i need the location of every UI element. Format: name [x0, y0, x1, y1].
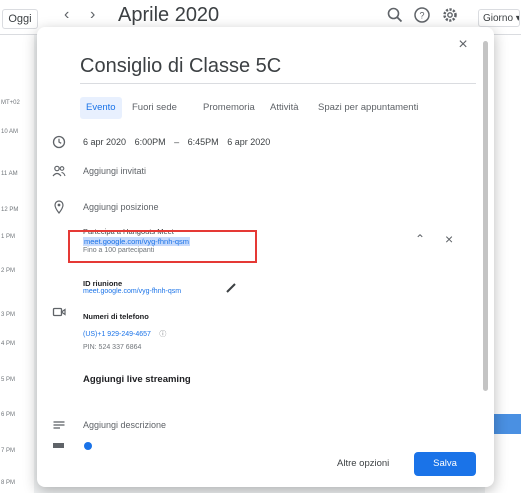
end-time[interactable]: 6:45PM	[188, 137, 219, 147]
time-label: 1 PM	[1, 234, 16, 240]
phone-pin: PIN: 524 337 6864	[83, 344, 142, 351]
people-icon	[52, 165, 66, 177]
time-label: 11 AM	[1, 171, 18, 177]
settings-icon[interactable]	[441, 6, 459, 24]
month-title: Aprile 2020	[118, 4, 220, 26]
scrollbar[interactable]	[483, 41, 488, 391]
remove-conference-icon[interactable]: ×	[445, 231, 453, 247]
meeting-id-block: ID riunione meet.google.com/vyg-fhnh-qsm	[83, 279, 181, 295]
tab-attivita[interactable]: Attività	[270, 97, 299, 119]
svg-text:?: ?	[419, 11, 424, 21]
event-dialog: × Consiglio di Classe 5C Evento Fuori se…	[37, 27, 494, 487]
date-time-row[interactable]: 6 apr 2020 6:00PM – 6:45PM 6 apr 2020	[83, 137, 276, 147]
time-label: 8 PM	[1, 480, 16, 486]
end-date[interactable]: 6 apr 2020	[227, 137, 270, 147]
time-column: MT+02 10 AM 11 AM 12 PM 1 PM 2 PM 3 PM 4…	[0, 35, 34, 493]
search-icon[interactable]	[386, 6, 404, 24]
prev-arrow-icon[interactable]: ‹	[64, 6, 69, 24]
description-icon	[53, 421, 65, 429]
meeting-id-link[interactable]: meet.google.com/vyg-fhnh-qsm	[83, 288, 181, 295]
help-icon[interactable]: ?	[413, 6, 431, 24]
time-label: 12 PM	[1, 207, 19, 213]
location-pin-icon	[54, 200, 64, 214]
phone-numbers-label: Numeri di telefono	[83, 312, 149, 321]
today-button[interactable]: Oggi	[2, 9, 38, 29]
next-arrow-icon[interactable]: ›	[90, 6, 95, 24]
event-title-input[interactable]: Consiglio di Classe 5C	[80, 55, 281, 78]
close-icon[interactable]: ×	[453, 35, 473, 55]
time-label: 10 AM	[1, 129, 19, 135]
time-label: MT+02	[1, 100, 20, 106]
tab-fuori-sede[interactable]: Fuori sede	[132, 97, 177, 119]
time-label: 2 PM	[1, 268, 16, 274]
start-time[interactable]: 6:00PM	[135, 137, 166, 147]
add-live-streaming-button[interactable]: Aggiungi live streaming	[83, 374, 191, 385]
more-options-button[interactable]: Altre opzioni	[337, 458, 389, 469]
red-highlight-box	[68, 230, 257, 263]
add-location-field[interactable]: Aggiungi posizione	[83, 202, 159, 212]
time-label: 5 PM	[1, 377, 16, 383]
tab-spazi-appuntamenti[interactable]: Spazi per appuntamenti	[318, 97, 418, 119]
time-label: 4 PM	[1, 341, 16, 347]
meeting-id-label: ID riunione	[83, 279, 123, 288]
save-button[interactable]: Salva	[414, 452, 476, 476]
time-label: 6 PM	[1, 412, 16, 418]
view-select-label: Giorno	[483, 13, 514, 24]
add-guests-field[interactable]: Aggiungi invitati	[83, 166, 146, 176]
chevron-down-icon: ▾	[516, 13, 519, 24]
chevron-up-icon[interactable]: ⌃	[415, 232, 425, 246]
time-label: 7 PM	[1, 448, 16, 454]
video-icon	[52, 307, 66, 317]
tab-promemoria[interactable]: Promemoria	[203, 97, 255, 119]
edit-pencil-icon[interactable]	[225, 282, 237, 294]
tab-evento[interactable]: Evento	[80, 97, 122, 119]
title-underline	[80, 83, 476, 84]
add-description-field[interactable]: Aggiungi descrizione	[83, 420, 166, 430]
start-date[interactable]: 6 apr 2020	[83, 137, 126, 147]
phone-number-link[interactable]: (US)+1 929-249-4657	[83, 331, 151, 338]
calendar-color-dot[interactable]	[84, 442, 92, 450]
copy-icon[interactable]: ⓘ	[159, 331, 166, 338]
view-select[interactable]: Giorno ▾	[478, 9, 520, 27]
time-label: 3 PM	[1, 312, 16, 318]
calendar-icon	[53, 443, 64, 448]
time-separator: –	[174, 137, 180, 147]
clock-icon	[52, 135, 66, 149]
phone-block: Numeri di telefono (US)+1 929-249-4657 ⓘ…	[83, 312, 166, 351]
